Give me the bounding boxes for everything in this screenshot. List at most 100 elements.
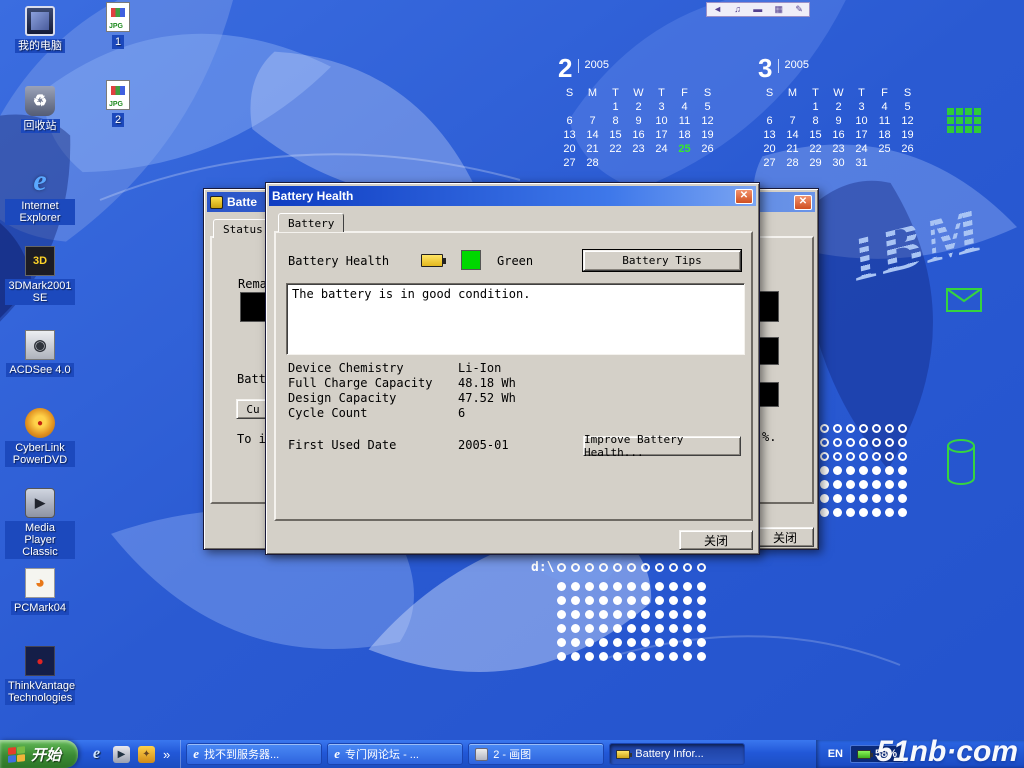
close-button-info[interactable]: 关闭 <box>756 527 814 547</box>
desktop-icon-my-computer[interactable]: 我的电脑 <box>4 6 76 53</box>
calendar-day: 24 <box>650 143 673 155</box>
calendar-month-number: 3 <box>758 55 772 81</box>
calendar-day: 19 <box>696 129 719 141</box>
battery-health-titlebar[interactable]: Battery Health ✕ <box>269 186 756 206</box>
battery-details: Device ChemistryLi-IonFull Charge Capaci… <box>288 361 516 421</box>
calendar-day: 27 <box>558 157 581 169</box>
calendar-day: 14 <box>581 129 604 141</box>
calendar-day: 5 <box>696 101 719 113</box>
quick-launch-media-icon[interactable]: ▶ <box>113 746 130 763</box>
file-icon-jpg-2[interactable]: JPG2 <box>90 80 146 127</box>
volume-toolbar[interactable]: ◄ ♫ ▬ ▦ ✎ <box>706 2 810 17</box>
quick-launch-more-chevron[interactable]: » <box>163 747 170 762</box>
dots-row-center <box>557 563 711 572</box>
volume-up-icon[interactable]: ♫ <box>734 5 741 14</box>
task-button-2[interactable]: e专门网论坛 - ... <box>327 743 463 765</box>
battery-window-icon <box>210 196 223 209</box>
calendar-day: 11 <box>873 115 896 127</box>
desktop-icon-pcmark[interactable]: ◕PCMark04 <box>4 568 76 615</box>
task-button-list: e找不到服务器...e专门网论坛 - ... 2 - 画图 Battery Info… <box>181 740 750 768</box>
field-value: Li-Ion <box>458 361 501 376</box>
tab-battery[interactable]: Battery <box>278 213 344 232</box>
desktop-icon-label: Internet Explorer <box>5 199 75 225</box>
calendar-day <box>650 157 673 169</box>
calendar-day: 15 <box>804 129 827 141</box>
health-status-text: Green <box>497 254 533 268</box>
calendar-day: 28 <box>581 157 604 169</box>
first-used-row: First Used Date 2005-01 <box>288 438 509 453</box>
calendar-day: 25 <box>673 143 696 155</box>
start-label: 开始 <box>31 744 61 765</box>
quick-launch-ie-icon[interactable]: e <box>88 746 105 763</box>
desktop-icon-label: ThinkVantage Technologies <box>5 679 75 705</box>
calendar-dow: F <box>673 87 696 99</box>
desktop-icon-thinkvantage[interactable]: ● ThinkVantage Technologies <box>4 646 76 705</box>
calendar-day: 28 <box>781 157 804 169</box>
file-icon-label: 2 <box>112 113 124 127</box>
calendar-day: 26 <box>696 143 719 155</box>
battery-health-label: Battery Health <box>288 254 389 268</box>
calendar-day: 23 <box>627 143 650 155</box>
calendar-dow: T <box>604 87 627 99</box>
envelope-icon <box>946 288 982 317</box>
paint-task-icon <box>475 748 488 761</box>
desktop-icon-label: Media Player Classic <box>5 521 75 559</box>
calendar-day: 22 <box>804 143 827 155</box>
desktop-icon-label: 3DMark2001 SE <box>5 279 75 305</box>
calendar-day: 5 <box>896 101 919 113</box>
calendar-day: 17 <box>650 129 673 141</box>
desktop-icon-recycle-bin[interactable]: ♻回收站 <box>4 86 76 133</box>
calendar-month-number: 2 <box>558 55 572 81</box>
battery-tips-button[interactable]: Battery Tips <box>583 250 741 271</box>
spreadsheet-grid-icon <box>947 108 981 133</box>
thinkvantage-icon: ● <box>25 646 55 676</box>
volume-down-icon[interactable]: ◄ <box>713 5 722 14</box>
calendar-day: 22 <box>604 143 627 155</box>
tab-status[interactable]: Status <box>213 219 273 238</box>
calendar-day: 12 <box>696 115 719 127</box>
calendar-february-2005: 22005SMTWTFS1234567891011121314151617181… <box>558 55 719 169</box>
calendar-day: 4 <box>673 101 696 113</box>
start-button[interactable]: 开始 <box>0 740 78 768</box>
mute-icon[interactable]: ▬ <box>753 5 762 14</box>
task-button-1[interactable]: e找不到服务器... <box>186 743 322 765</box>
field-value: 2005-01 <box>458 438 509 453</box>
desktop-icon-mpc[interactable]: ▶Media Player Classic <box>4 488 76 559</box>
thinkpad-button-icon[interactable]: ▦ <box>775 5 784 14</box>
battery-health-dialog[interactable]: Battery Health ✕ Battery Battery Health … <box>265 182 760 555</box>
condition-textbox[interactable]: The battery is in good condition. <box>286 283 745 355</box>
calendar-day: 31 <box>850 157 873 169</box>
desktop: IBM d:\ 22005SMTWTFS12345678910111213141… <box>0 0 1024 768</box>
file-icon-jpg-1[interactable]: JPG1 <box>90 2 146 49</box>
close-icon[interactable]: ✕ <box>794 195 812 210</box>
powerdvd-icon: ● <box>25 408 55 438</box>
recycle-bin-icon: ♻ <box>25 86 55 116</box>
battery-cylinder-icon <box>946 438 976 491</box>
task-button-3[interactable]: 2 - 画图 <box>468 743 604 765</box>
calendar-day: 29 <box>804 157 827 169</box>
battery-health-title: Battery Health <box>272 189 353 203</box>
desktop-icon-acdsee[interactable]: ◉ACDSee 4.0 <box>4 330 76 377</box>
task-button-label: 专门网论坛 - ... <box>345 746 419 762</box>
desktop-icon-ie[interactable]: eInternet Explorer <box>4 166 76 225</box>
close-icon[interactable]: ✕ <box>735 189 753 204</box>
improve-battery-health-button[interactable]: Improve Battery Health... <box>583 436 741 456</box>
keyboard-light-icon[interactable]: ✎ <box>795 5 803 14</box>
close-button-health[interactable]: 关闭 <box>679 530 753 550</box>
field-value: 48.18 Wh <box>458 376 516 391</box>
desktop-icon-powerdvd[interactable]: ●CyberLink PowerDVD <box>4 408 76 467</box>
calendar-day: 23 <box>827 143 850 155</box>
field-row: Full Charge Capacity48.18 Wh <box>288 376 516 391</box>
desktop-icon-mark3d[interactable]: 3D3DMark2001 SE <box>4 246 76 305</box>
battery-gauge-left <box>240 292 268 322</box>
task-button-4[interactable]: Battery Infor... <box>609 743 745 765</box>
calendar-day: 17 <box>850 129 873 141</box>
calendar-day: 9 <box>827 115 850 127</box>
quick-launch-app-icon[interactable]: ✦ <box>138 746 155 763</box>
task-button-label: 2 - 画图 <box>493 746 531 762</box>
field-label: Device Chemistry <box>288 361 458 376</box>
desktop-icon-label: ACDSee 4.0 <box>6 363 73 377</box>
language-indicator[interactable]: EN <box>828 748 843 760</box>
calendar-day: 18 <box>873 129 896 141</box>
field-label: Cycle Count <box>288 406 458 421</box>
